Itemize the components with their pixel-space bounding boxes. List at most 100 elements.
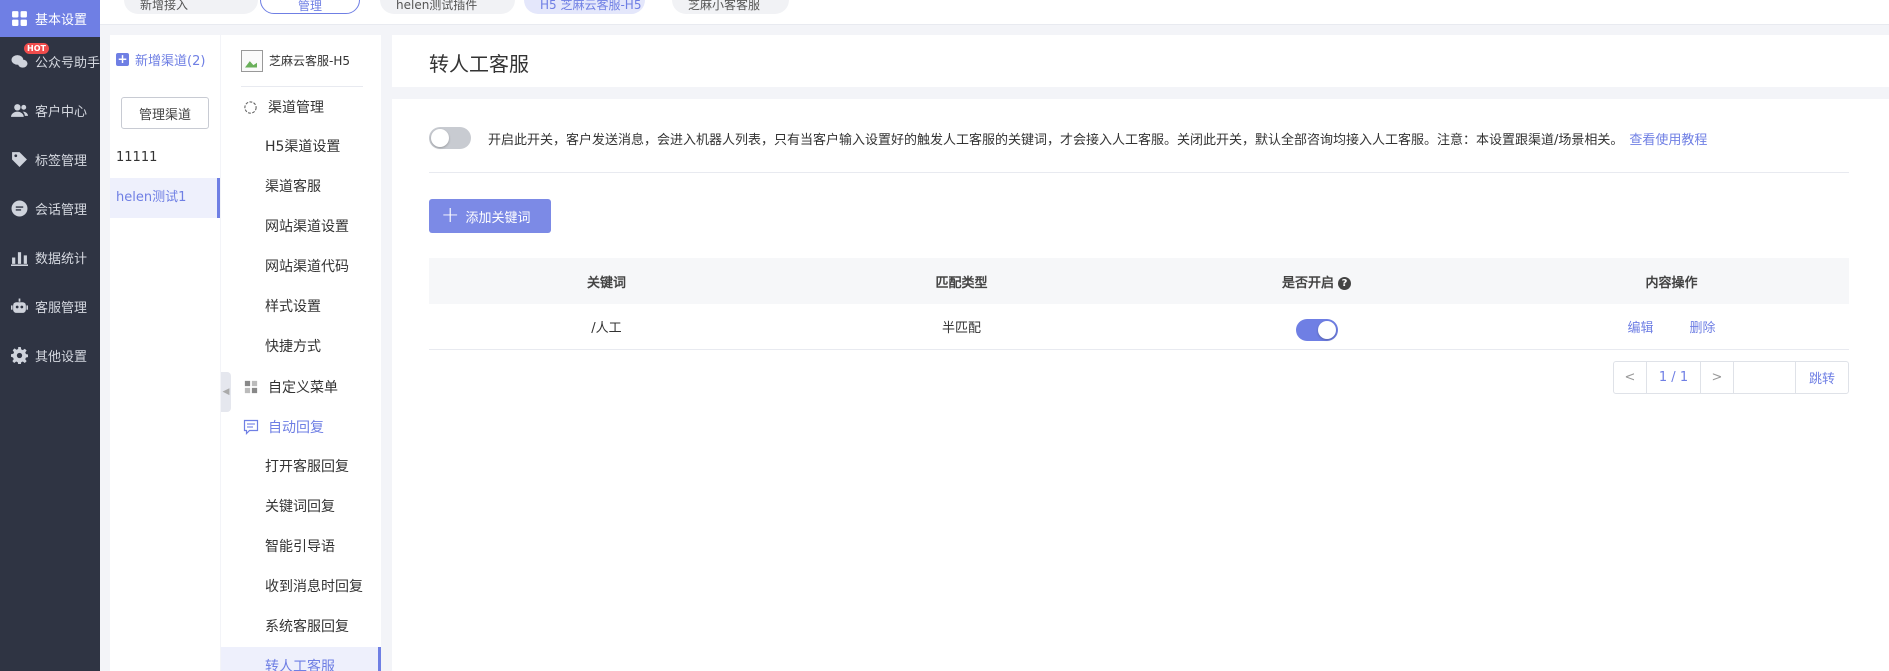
gear-icon — [10, 347, 28, 365]
collapse-panel-handle[interactable]: ◀ — [221, 372, 231, 412]
add-keyword-button[interactable]: + 添加关键词 — [429, 199, 551, 233]
header-enabled: 是否开启? — [1139, 272, 1494, 291]
jump-button[interactable]: 跳转 — [1796, 362, 1848, 393]
page-jump-field-wrap — [1734, 362, 1796, 393]
sidebar-item-label: 客服管理 — [35, 301, 88, 316]
cell-actions: 编辑 删除 — [1494, 317, 1849, 336]
sidebar-item-label: 标签管理 — [35, 154, 88, 169]
sidebar-item-agent-management[interactable]: 客服管理 — [0, 282, 100, 331]
sidebar-item-tag-management[interactable]: 标签管理 — [0, 135, 100, 184]
tutorial-link[interactable]: 查看使用教程 — [1629, 133, 1707, 148]
header-keyword: 关键词 — [586, 275, 626, 291]
menu-group-custom-menu[interactable]: 自定义菜单 — [221, 367, 381, 407]
menu-group-channel-management[interactable]: 渠道管理 — [221, 87, 381, 127]
divider — [429, 172, 1849, 173]
notice-text: 开启此开关，客户发送消息，会进入机器人列表，只有当客户输入设置好的触发人工客服的… — [488, 129, 1707, 148]
hot-badge: HOT — [24, 43, 49, 54]
channel-logo-image — [241, 49, 263, 72]
apps-grid-icon — [242, 379, 259, 396]
menu-item-h5-channel-settings[interactable]: H5渠道设置 — [221, 127, 381, 167]
settings-menu: 芝麻云客服-H5 渠道管理 H5渠道设置 渠道客服 网站渠道设置 网站渠道代码 … — [221, 35, 381, 671]
header-match-type: 匹配类型 — [935, 275, 988, 291]
tab-manage[interactable]: 管理 — [260, 0, 360, 14]
sidebar-item-label: 其他设置 — [35, 350, 88, 365]
menu-item-smart-guide[interactable]: 智能引导语 — [221, 527, 381, 567]
sidebar-item-label: 基本设置 — [35, 13, 88, 28]
menu-item-channel-agents[interactable]: 渠道客服 — [221, 167, 381, 207]
wechat-icon — [10, 53, 28, 71]
menu-item-website-channel-settings[interactable]: 网站渠道设置 — [221, 207, 381, 247]
notice-body: 开启此开关，客户发送消息，会进入机器人列表，只有当客户输入设置好的触发人工客服的… — [488, 133, 1624, 148]
menu-group-label: 自定义菜单 — [268, 380, 338, 396]
cell-match-type: 半匹配 — [941, 321, 981, 336]
question-circle-icon[interactable]: ? — [1338, 276, 1351, 290]
sidebar-item-wechat-assistant[interactable]: HOT 公众号助手 — [0, 37, 100, 86]
tab-label: 芝麻小客客服 — [688, 0, 761, 12]
robot-mode-toggle[interactable] — [429, 127, 471, 149]
keyword-enabled-toggle[interactable] — [1295, 318, 1338, 341]
table-header-row: 关键词 匹配类型 是否开启? 内容操作 — [429, 258, 1849, 304]
add-channel-link[interactable]: + 新增渠道(2) — [110, 35, 220, 84]
tag-icon — [10, 151, 28, 169]
toggle-knob — [431, 129, 449, 147]
main-sidebar: 基本设置 HOT 公众号助手 客户中心 标签管理 会话管理 数据统计 客服管理 … — [0, 0, 100, 671]
manage-channels-button[interactable]: 管理渠道 — [121, 97, 209, 129]
settings-outline-icon — [242, 99, 259, 116]
sidebar-item-label: 数据统计 — [35, 252, 88, 267]
sidebar-item-other-settings[interactable]: 其他设置 — [0, 331, 100, 380]
menu-group-auto-reply[interactable]: 自动回复 — [221, 407, 381, 447]
sidebar-item-session-management[interactable]: 会话管理 — [0, 184, 100, 233]
users-icon — [10, 102, 28, 120]
add-keyword-label: 添加关键词 — [465, 210, 531, 226]
add-channel-label: 新增渠道(2) — [135, 54, 206, 69]
tab-label: helen测试插件 — [396, 0, 478, 12]
tab-helen-plugin[interactable]: helen测试插件 — [380, 0, 515, 14]
prev-page-button[interactable]: < — [1614, 362, 1647, 393]
page-title: 转人工客服 — [429, 52, 529, 76]
channel-item-helen-test[interactable]: helen测试1 — [110, 178, 220, 218]
channel-item-11111[interactable]: 11111 — [110, 138, 220, 178]
tab-label: H5 芝麻云客服-H5 — [540, 0, 642, 12]
cell-keyword: /人工 — [591, 321, 622, 336]
sidebar-item-statistics[interactable]: 数据统计 — [0, 233, 100, 282]
tab-mini-program[interactable]: 芝麻小客客服 — [672, 0, 789, 14]
menu-item-keyword-reply[interactable]: 关键词回复 — [221, 487, 381, 527]
page-jump-input[interactable] — [1734, 362, 1795, 393]
page-indicator: 1 / 1 — [1647, 362, 1701, 393]
tab-label: 新增接入 — [140, 0, 189, 12]
plus-square-icon: + — [116, 52, 129, 66]
menu-group-label: 自动回复 — [268, 420, 324, 436]
menu-group-label: 渠道管理 — [268, 100, 324, 116]
menu-item-website-channel-code[interactable]: 网站渠道代码 — [221, 247, 381, 287]
next-page-button[interactable]: > — [1701, 362, 1734, 393]
robot-icon — [10, 298, 28, 316]
menu-item-transfer-human[interactable]: 转人工客服 — [221, 647, 381, 671]
header-enabled-label: 是否开启 — [1281, 275, 1334, 291]
bar-chart-icon — [10, 249, 28, 267]
tab-new-access[interactable]: 新增接入 — [124, 0, 258, 14]
chat-icon — [10, 200, 28, 218]
edit-link[interactable]: 编辑 — [1627, 321, 1653, 336]
menu-item-shortcuts[interactable]: 快捷方式 — [221, 327, 381, 367]
channel-list-panel: + 新增渠道(2) 管理渠道 11111 helen测试1 — [110, 35, 220, 671]
tab-h5-channel[interactable]: H5 芝麻云客服-H5 — [524, 0, 645, 14]
sidebar-item-basic-settings[interactable]: 基本设置 — [0, 0, 100, 37]
sidebar-item-customer-center[interactable]: 客户中心 — [0, 86, 100, 135]
channel-header: 芝麻云客服-H5 — [241, 35, 363, 87]
cell-enabled — [1139, 316, 1494, 341]
menu-item-open-reply[interactable]: 打开客服回复 — [221, 447, 381, 487]
menu-item-message-reply[interactable]: 收到消息时回复 — [221, 567, 381, 607]
plus-icon: + — [441, 203, 460, 228]
top-tab-bar: 新增接入 管理 helen测试插件 H5 芝麻云客服-H5 芝麻小客客服 — [100, 0, 1889, 25]
grid-icon — [10, 10, 28, 28]
keyword-table: 关键词 匹配类型 是否开启? 内容操作 /人工 半匹配 编辑 删除 — [429, 258, 1849, 350]
delete-link[interactable]: 删除 — [1690, 321, 1716, 336]
menu-item-system-reply[interactable]: 系统客服回复 — [221, 607, 381, 647]
table-row: /人工 半匹配 编辑 删除 — [429, 304, 1849, 350]
sidebar-item-label: 会话管理 — [35, 203, 88, 218]
header-actions: 内容操作 — [1645, 275, 1698, 291]
menu-item-style-settings[interactable]: 样式设置 — [221, 287, 381, 327]
sidebar-item-label: 客户中心 — [35, 105, 88, 120]
transfer-settings-panel: 开启此开关，客户发送消息，会进入机器人列表，只有当客户输入设置好的触发人工客服的… — [392, 99, 1889, 671]
channel-name: 芝麻云客服-H5 — [269, 54, 350, 68]
